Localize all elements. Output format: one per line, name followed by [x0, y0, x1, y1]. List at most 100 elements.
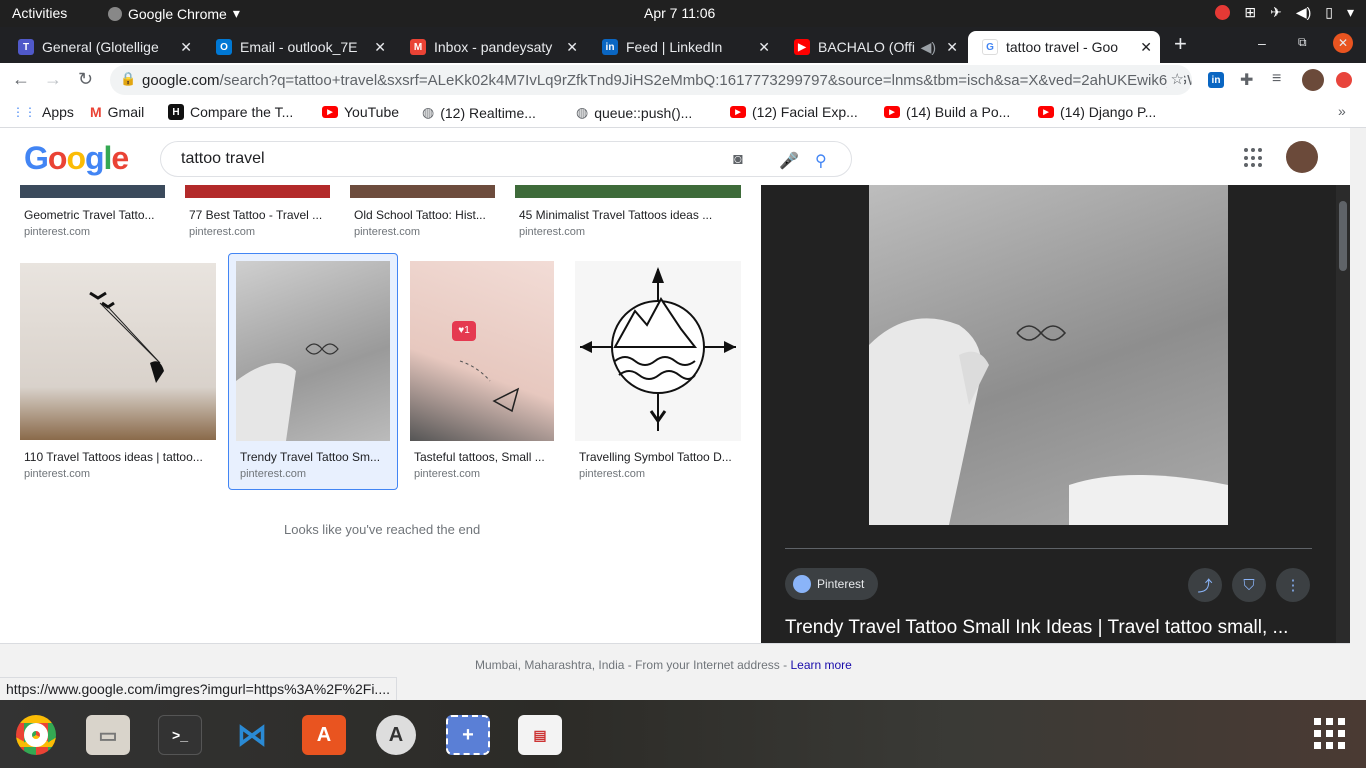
browser-toolbar: ← → ↻ 🔒 google.com/search?q=tattoo+trave… — [0, 63, 1366, 97]
updater-dock-icon[interactable]: A — [374, 715, 418, 755]
maximize-button[interactable]: ⧉ — [1298, 35, 1307, 50]
close-icon[interactable]: ✕ — [374, 39, 386, 56]
activities-button[interactable]: Activities — [12, 5, 67, 21]
result-thumbnail[interactable] — [20, 185, 165, 198]
tab-youtube[interactable]: ▶ BACHALO (Offi ◀) ✕ — [780, 31, 966, 63]
close-icon[interactable]: ✕ — [566, 39, 578, 56]
bookmark-django[interactable]: ▶ (14) Django P... — [1038, 104, 1156, 120]
document-viewer-dock-icon[interactable]: ▤ — [518, 715, 562, 755]
speaker-icon[interactable]: ◀) — [921, 39, 936, 56]
address-bar[interactable]: 🔒 google.com/search?q=tattoo+travel&sxsr… — [110, 65, 1192, 95]
bookmark-facial[interactable]: ▶ (12) Facial Exp... — [730, 104, 858, 120]
update-icon[interactable] — [1336, 72, 1352, 88]
back-arrow-icon[interactable]: ← — [12, 69, 30, 90]
result-thumbnail[interactable] — [515, 185, 741, 198]
tab-google-search[interactable]: G tattoo travel - Goo ✕ — [968, 31, 1160, 63]
extensions-icon[interactable]: ✚ — [1240, 70, 1253, 90]
result-thumbnail[interactable] — [236, 261, 390, 441]
files-dock-icon[interactable]: ▭ — [86, 715, 130, 755]
forward-arrow-icon[interactable]: → — [44, 69, 62, 90]
result-source: pinterest.com — [579, 468, 646, 480]
bookmark-queue[interactable]: ◍ queue::push()... — [576, 104, 692, 121]
app-menu[interactable]: Google Chrome ▾ — [108, 5, 240, 22]
google-apps-icon[interactable] — [1244, 148, 1264, 168]
new-tab-button[interactable]: + — [1174, 31, 1187, 57]
reload-icon[interactable]: ↻ — [78, 69, 93, 90]
close-window-button[interactable]: ✕ — [1333, 33, 1353, 53]
save-button[interactable]: ⛉ — [1232, 568, 1266, 602]
result-source: pinterest.com — [354, 226, 421, 238]
result-thumbnail[interactable] — [350, 185, 495, 198]
bookmark-gmail[interactable]: M Gmail — [90, 104, 144, 120]
result-title[interactable]: Trendy Travel Tattoo Sm... — [240, 450, 386, 464]
result-thumbnail[interactable] — [575, 261, 741, 441]
camera-icon[interactable]: ◙ — [733, 151, 743, 169]
show-applications-icon[interactable] — [1314, 718, 1345, 749]
tab-teams[interactable]: T General (Glotellige ✕ — [4, 31, 200, 63]
star-icon[interactable]: ☆ — [1166, 70, 1184, 88]
result-title[interactable]: 77 Best Tattoo - Travel ... — [189, 208, 329, 222]
bookmark-compare[interactable]: H Compare the T... — [168, 104, 293, 120]
result-thumbnail[interactable] — [185, 185, 330, 198]
minimize-button[interactable]: – — [1258, 35, 1266, 51]
search-results-page: Geometric Travel Tatto... pinterest.com … — [0, 128, 1366, 700]
birds-tattoo-image — [89, 291, 164, 383]
result-title[interactable]: 45 Minimalist Travel Tattoos ideas ... — [519, 208, 739, 222]
search-icon[interactable]: ⚲ — [815, 151, 827, 171]
divider — [785, 548, 1312, 549]
learn-more-link[interactable]: Learn more — [790, 658, 851, 672]
software-dock-icon[interactable]: A — [302, 715, 346, 755]
media-control-icon[interactable]: ≡ — [1272, 70, 1281, 88]
result-title[interactable]: 110 Travel Tattoos ideas | tattoo... — [24, 450, 212, 464]
bookmark-youtube[interactable]: ▶ YouTube — [322, 104, 399, 120]
close-icon[interactable]: ✕ — [946, 39, 958, 56]
preview-image[interactable] — [869, 185, 1228, 525]
profile-avatar[interactable] — [1302, 69, 1324, 91]
bookmark-build[interactable]: ▶ (14) Build a Po... — [884, 104, 1010, 120]
result-title[interactable]: Geometric Travel Tatto... — [24, 208, 164, 222]
screenshot-dock-icon[interactable]: + — [446, 715, 490, 755]
chrome-icon — [108, 6, 122, 21]
close-icon[interactable]: ✕ — [180, 39, 192, 56]
clock[interactable]: Apr 7 11:06 — [644, 5, 715, 21]
result-title[interactable]: Old School Tattoo: Hist... — [354, 208, 494, 222]
result-title[interactable]: Tasteful tattoos, Small ... — [414, 450, 554, 464]
terminal-icon: >_ — [172, 727, 188, 743]
tab-outlook[interactable]: O Email - outlook_7E ✕ — [202, 31, 394, 63]
bookmark-apps[interactable]: ⋮⋮ Apps — [12, 104, 74, 120]
vscode-dock-icon[interactable]: ⋈ — [230, 715, 274, 755]
screenshot-icon: + — [462, 723, 474, 746]
system-tray[interactable]: ⊞ ✈ ◀) ▯ ▾ — [1215, 4, 1354, 21]
result-thumbnail[interactable] — [20, 263, 216, 440]
google-logo[interactable]: Google — [24, 140, 129, 177]
microphone-icon[interactable]: 🎤 — [779, 151, 799, 171]
source-link[interactable]: Pinterest — [785, 568, 879, 600]
result-title[interactable]: Travelling Symbol Tattoo D... — [579, 450, 739, 464]
bookmarks-overflow-icon[interactable]: » — [1338, 103, 1346, 119]
terminal-dock-icon[interactable]: >_ — [158, 715, 202, 755]
result-source: pinterest.com — [414, 468, 481, 480]
close-icon[interactable]: ✕ — [1140, 39, 1152, 56]
tab-gmail[interactable]: M Inbox - pandeysaty ✕ — [396, 31, 586, 63]
result-source: pinterest.com — [240, 468, 307, 480]
panel-scrollbar[interactable] — [1336, 185, 1350, 643]
search-input[interactable] — [181, 150, 681, 168]
more-options-button[interactable]: ⋮ — [1276, 568, 1310, 602]
vscode-icon: ⋈ — [237, 718, 267, 752]
page-scrollbar[interactable] — [1350, 128, 1366, 700]
bookmark-label: YouTube — [344, 104, 400, 120]
do-not-disturb-icon — [1215, 5, 1231, 20]
share-button[interactable]: ⤴ — [1188, 568, 1222, 602]
linkedin-extension-icon[interactable]: in — [1208, 72, 1224, 88]
tab-linkedin[interactable]: in Feed | LinkedIn ✕ — [588, 31, 778, 63]
close-icon[interactable]: ✕ — [758, 39, 770, 56]
preview-title[interactable]: Trendy Travel Tattoo Small Ink Ideas | T… — [785, 617, 1315, 639]
bookmark-realtime[interactable]: ◍ (12) Realtime... — [422, 104, 536, 121]
infinity-tattoo-image — [869, 318, 1228, 525]
result-thumbnail[interactable]: ♥1 — [410, 261, 554, 441]
panel-scroll-thumb[interactable] — [1339, 201, 1347, 271]
tab-label: BACHALO (Offi — [818, 39, 915, 55]
account-avatar[interactable] — [1286, 141, 1318, 173]
chrome-dock-icon[interactable] — [12, 715, 60, 755]
chevron-down-icon: ▾ — [232, 5, 240, 21]
